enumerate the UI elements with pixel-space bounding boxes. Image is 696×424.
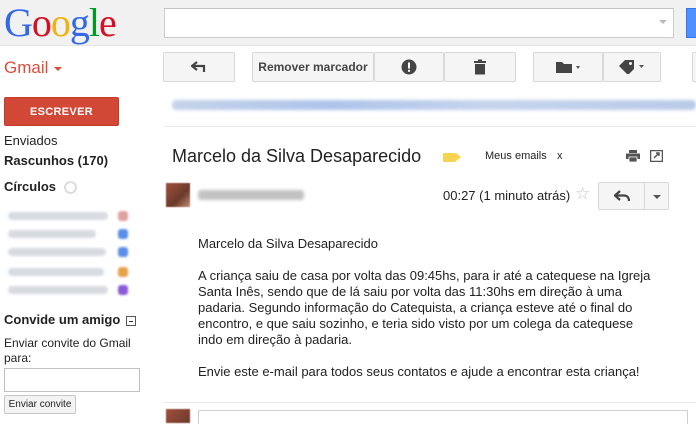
move-to-button[interactable] [533,52,603,82]
logo-letter: o [31,0,52,45]
logo-letter: e [99,0,117,45]
send-invite-button[interactable]: Enviar convite [4,395,76,414]
sender-avatar[interactable] [166,183,190,207]
logo-letter: l [88,0,100,45]
folder-icon [556,62,580,73]
logo-letter: o [50,0,71,45]
star-icon[interactable]: ☆ [575,185,590,203]
message-body: Marcelo da Silva Desaparecido A criança … [198,236,658,396]
body-paragraph: Marcelo da Silva Desaparecido [198,236,378,251]
contact-status-icon [118,285,128,295]
logo-letter: G [4,0,33,45]
divider [163,402,696,403]
contact-status-icon [118,247,128,257]
body-paragraph: A criança saiu de casa por volta das 09:… [198,268,651,347]
remove-label-button[interactable]: Remover marcador [252,52,374,82]
invite-description: Enviar convite do Gmail para: [4,336,131,365]
back-arrow-icon [191,61,206,72]
sidebar-circles[interactable]: Círculos [4,179,78,195]
user-avatar [166,409,190,423]
circles-icon [64,181,78,195]
compose-button[interactable]: ESCREVER [4,97,119,126]
logo-letter: g [69,0,90,45]
contact-item[interactable] [8,230,96,238]
contact-item[interactable] [8,212,108,220]
invite-email-field[interactable] [4,368,140,392]
body-paragraph: Envie este e-mail para todos seus contat… [198,364,640,379]
invite-section-title: Convide um amigo [4,312,137,327]
new-window-icon[interactable] [650,150,663,162]
app-name: Gmail [4,58,49,77]
quick-reply-field[interactable] [198,410,688,424]
labels-button[interactable] [603,52,661,82]
report-spam-icon [401,59,417,75]
divider [163,126,696,127]
label-tag-icon [443,153,461,162]
collapse-icon[interactable] [126,315,137,326]
report-spam-button[interactable] [374,52,444,82]
contact-item[interactable] [8,286,108,294]
google-logo[interactable]: Google [4,0,117,45]
contact-item[interactable] [8,268,104,276]
label-tag-icon [619,60,644,74]
contact-status-icon [118,267,128,277]
more-button[interactable] [692,52,696,82]
reply-icon [613,190,630,202]
more-reply-options-button[interactable] [645,182,669,210]
invite-title: Convide um amigo [4,312,121,327]
blurred-link[interactable] [172,100,696,110]
gmail-menu[interactable]: Gmail [4,58,63,78]
print-icon[interactable] [626,150,640,162]
search-options-icon[interactable] [659,20,667,24]
circles-label: Círculos [4,179,57,194]
top-bar: Google [0,0,696,46]
sidebar-item-drafts[interactable]: Rascunhos (170) [4,153,108,168]
chevron-down-icon [54,66,63,71]
sender-name[interactable] [198,190,304,200]
contact-item[interactable] [8,248,106,256]
label-chip[interactable]: Meus emails [485,150,547,162]
message-subject: Marcelo da Silva Desaparecido [172,146,422,166]
search-button[interactable] [686,8,696,38]
back-button[interactable] [163,52,235,82]
contact-status-icon [118,211,128,221]
search-input[interactable] [164,8,674,38]
delete-button[interactable] [444,52,516,82]
sidebar-item-sent[interactable]: Enviados [4,133,57,148]
contact-status-icon [118,229,128,239]
remove-label-icon[interactable]: x [557,150,563,162]
message-time: 00:27 (1 minuto atrás) [443,188,571,203]
reply-button[interactable] [598,182,645,210]
trash-icon [474,59,486,75]
